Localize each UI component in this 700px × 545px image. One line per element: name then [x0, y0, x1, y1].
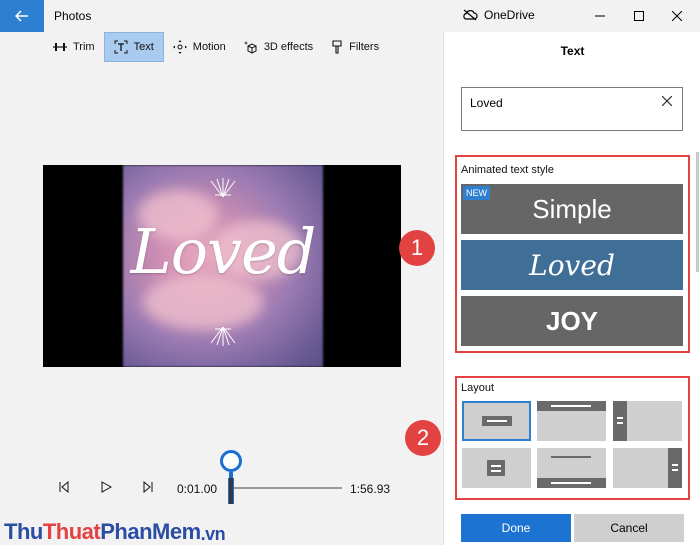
layout-label: Layout [461, 382, 495, 394]
maximize-icon [634, 11, 644, 21]
tool-filters-label: Filters [349, 41, 380, 53]
tool-filters[interactable]: Filters [322, 32, 388, 62]
layout-bar [668, 448, 682, 488]
trim-icon [53, 43, 67, 51]
layout-bar-line [551, 482, 591, 484]
onedrive-status[interactable]: OneDrive [462, 8, 535, 22]
style-simple[interactable]: NEW Simple [461, 184, 683, 234]
title-bar: Photos OneDrive [0, 0, 700, 32]
text-icon [114, 40, 128, 54]
new-badge: NEW [463, 186, 490, 200]
step-badge-1: 1 [399, 230, 435, 266]
layout-center[interactable] [462, 401, 531, 441]
play-icon [101, 481, 112, 493]
overlay-text-input[interactable]: Loved [461, 87, 683, 131]
cancel-button[interactable]: Cancel [574, 514, 684, 542]
watermark-part-2: Thuat [42, 519, 101, 544]
site-watermark: Thu Thuat PhanMem .vn [0, 512, 226, 545]
back-button[interactable] [0, 0, 44, 32]
motion-icon [172, 40, 187, 54]
timeline-track[interactable] [231, 487, 342, 489]
end-time: 1:56.93 [350, 482, 391, 496]
text-panel: Text Loved Animated text style NEW Simpl… [443, 32, 700, 545]
onedrive-label: OneDrive [484, 8, 535, 22]
layout-bar-line [617, 422, 623, 424]
play-button[interactable] [94, 475, 118, 499]
watermark-part-1: Thu [4, 519, 43, 544]
filters-icon [332, 40, 342, 54]
layout-bar-line [487, 420, 507, 422]
layout-small-center[interactable] [462, 448, 531, 488]
tool-trim-label: Trim [73, 41, 95, 53]
preview-overlay-text: Loved [130, 215, 317, 288]
trim-handle[interactable] [220, 450, 242, 472]
tool-3d-effects[interactable]: 3D effects [235, 32, 322, 62]
layout-bar-line [672, 469, 678, 471]
photos-window: Photos OneDrive Trim Text Motion 3D effe… [0, 0, 700, 545]
layout-bar-line [551, 456, 591, 458]
clear-icon[interactable] [662, 96, 672, 106]
overlay-text-value: Loved [470, 96, 503, 110]
3d-effects-icon [243, 41, 257, 54]
minimize-icon [595, 15, 605, 17]
back-arrow-icon [15, 10, 28, 22]
layout-bar [613, 401, 627, 441]
tool-motion-label: Motion [192, 41, 226, 53]
tool-text[interactable]: Text [103, 32, 164, 62]
current-time: 0:01.00 [177, 482, 218, 496]
close-window-button[interactable] [654, 0, 700, 32]
layout-bar-line [672, 464, 678, 466]
layout-bar-line [551, 405, 591, 407]
tool-motion[interactable]: Motion [164, 32, 235, 62]
done-button[interactable]: Done [461, 514, 571, 542]
layout-right-bar[interactable] [613, 448, 682, 488]
video-preview[interactable]: Loved [43, 165, 401, 367]
layout-top-banner[interactable] [537, 401, 606, 441]
style-loved-label: Loved [529, 248, 615, 282]
tool-text-label: Text [133, 41, 154, 53]
layout-bar-line [617, 417, 623, 419]
editor-pane: Trim Text Motion 3D effects Filters Love… [0, 32, 443, 545]
watermark-part-3: PhanMem [100, 519, 201, 544]
watermark-part-4: .vn [200, 524, 226, 544]
ornament-bottom-icon [210, 326, 236, 346]
layout-bottom-banner[interactable] [537, 448, 606, 488]
cloud-off-icon [463, 9, 478, 21]
previous-frame-button[interactable] [52, 475, 76, 499]
tool-3d-effects-label: 3D effects [263, 41, 314, 53]
panel-title: Text [560, 44, 585, 58]
layout-bar-line [491, 470, 501, 472]
edit-toolbar: Trim Text Motion 3D effects Filters [44, 32, 388, 62]
style-joy-label: JOY [545, 305, 599, 336]
layout-bar-line [491, 465, 501, 467]
step-forward-icon [143, 481, 153, 493]
layout-left-bar[interactable] [613, 401, 682, 441]
step-back-icon [59, 481, 69, 493]
animated-style-label: Animated text style [461, 164, 554, 176]
app-title: Photos [54, 9, 92, 23]
style-joy[interactable]: JOY [461, 296, 683, 346]
style-simple-label: Simple [532, 193, 612, 224]
layout-bar [487, 460, 505, 476]
playhead[interactable] [228, 478, 234, 504]
next-frame-button[interactable] [136, 475, 160, 499]
style-loved[interactable]: Loved [461, 240, 683, 290]
close-icon [672, 11, 682, 21]
tool-trim[interactable]: Trim [44, 32, 104, 62]
ornament-top-icon [210, 178, 236, 198]
step-badge-2: 2 [405, 420, 441, 456]
panel-scrollbar[interactable] [696, 152, 699, 272]
